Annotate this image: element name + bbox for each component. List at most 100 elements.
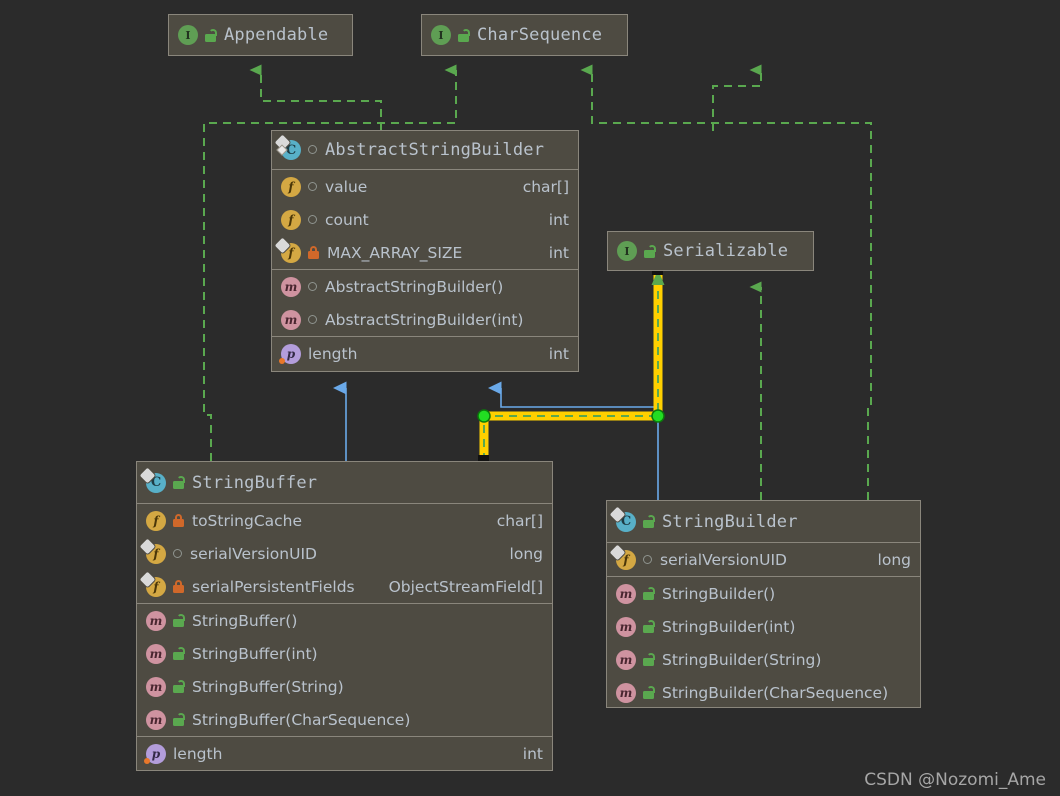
member-name: StringBuilder(int) [662,617,796,636]
member-type: int [548,243,569,262]
member-row[interactable]: p length int [272,337,578,370]
watermark: CSDN @Nozomi_Ame [864,770,1046,790]
static-field-icon: f [146,576,166,597]
uml-diagram-canvas[interactable]: I Appendable I CharSequence I Serializab… [0,0,1060,796]
member-name: serialVersionUID [190,544,317,563]
interface-icon: I [178,25,198,45]
visibility-package-icon [308,145,317,154]
visibility-private-icon [173,580,184,593]
node-header: C StringBuffer [137,462,552,503]
member-name: length [173,744,223,763]
final-class-icon: C [146,472,166,493]
property-icon: p [279,343,301,364]
member-row[interactable]: m StringBuffer(CharSequence) [137,703,552,736]
visibility-public-icon [643,686,655,699]
visibility-package-icon [308,281,317,291]
visibility-package-icon [308,181,317,191]
member-name: value [325,177,368,196]
member-type: long [509,544,543,563]
visibility-package-icon [173,548,182,558]
member-row[interactable]: f toStringCache char[] [137,504,552,537]
member-name: MAX_ARRAY_SIZE [327,243,463,262]
member-name: toStringCache [192,511,303,530]
method-icon: m [281,309,301,330]
method-icon: m [281,276,301,297]
member-name: StringBuffer() [192,611,298,630]
member-row[interactable]: p length int [137,737,552,770]
visibility-public-icon [173,647,185,660]
fields-section: f toStringCache char[] f serialVersionUI… [137,503,552,603]
visibility-public-icon [643,620,655,633]
visibility-public-icon [458,28,470,42]
member-name: AbstractStringBuilder() [325,277,504,296]
final-class-icon: C [616,511,636,532]
member-type: int [548,344,569,363]
visibility-public-icon [643,653,655,666]
member-row[interactable]: f MAX_ARRAY_SIZE int [272,236,578,269]
method-icon: m [146,610,166,631]
field-icon: f [281,209,301,230]
fields-section: f serialVersionUID long [607,542,920,576]
methods-section: m AbstractStringBuilder() m AbstractStri… [272,269,578,336]
method-icon: m [146,676,166,697]
static-field-icon: f [281,242,301,263]
member-row[interactable]: m StringBuilder(CharSequence) [607,676,920,709]
methods-section: m StringBuffer() m StringBuffer(int) m S… [137,603,552,736]
node-stringbuffer[interactable]: C StringBuffer f toStringCache char[] f … [136,461,553,771]
member-row[interactable]: m StringBuffer(String) [137,670,552,703]
member-row[interactable]: f value char[] [272,170,578,203]
visibility-public-icon [173,614,185,627]
node-abstractstringbuilder[interactable]: C AbstractStringBuilder f value char[] f… [271,130,579,372]
node-appendable[interactable]: I Appendable [168,14,353,56]
member-row[interactable]: f count int [272,203,578,236]
member-name: StringBuilder(String) [662,650,822,669]
member-row[interactable]: f serialVersionUID long [137,537,552,570]
member-name: AbstractStringBuilder(int) [325,310,524,329]
member-name: serialVersionUID [660,550,787,569]
member-row[interactable]: f serialPersistentFields ObjectStreamFie… [137,570,552,603]
member-row[interactable]: m StringBuffer(int) [137,637,552,670]
node-title: AbstractStringBuilder [325,140,545,160]
static-field-icon: f [146,543,166,564]
interface-icon: I [431,25,451,45]
member-row[interactable]: m StringBuilder(int) [607,610,920,643]
fields-section: f value char[] f count int f MAX_ARRAY_S… [272,169,578,269]
property-icon: p [144,743,166,764]
member-row[interactable]: m StringBuilder() [607,577,920,610]
member-row[interactable]: m StringBuffer() [137,604,552,637]
visibility-private-icon [308,246,319,259]
properties-section: p length int [137,736,552,770]
relation-asb-charsequence [712,64,762,131]
node-charsequence[interactable]: I CharSequence [421,14,628,56]
member-name: StringBuilder() [662,584,776,603]
member-row[interactable]: m StringBuilder(String) [607,643,920,676]
visibility-public-icon [643,587,655,600]
node-serializable[interactable]: I Serializable [607,231,814,271]
visibility-public-icon [173,476,185,489]
visibility-public-icon [644,244,656,258]
node-header: C StringBuilder [607,501,920,542]
method-icon: m [616,616,636,637]
visibility-public-icon [173,713,185,726]
member-type: int [548,210,569,229]
node-title: CharSequence [477,25,603,45]
selection-bend-handle-1 [477,409,491,423]
visibility-public-icon [205,28,217,42]
member-row[interactable]: m AbstractStringBuilder(int) [272,303,578,336]
node-header: C AbstractStringBuilder [272,131,578,169]
member-type: long [877,550,911,569]
node-title: Serializable [663,241,789,261]
relation-asb-appendable [249,64,382,131]
visibility-public-icon [643,515,655,528]
member-row[interactable]: f serialVersionUID long [607,543,920,576]
visibility-package-icon [643,554,652,564]
methods-section: m StringBuilder() m StringBuilder(int) m… [607,576,920,709]
selection-bend-handle-2 [651,409,665,423]
visibility-package-icon [308,214,317,224]
member-name: StringBuffer(int) [192,644,318,663]
field-icon: f [146,510,166,531]
member-type: ObjectStreamField[] [388,577,543,596]
member-row[interactable]: m AbstractStringBuilder() [272,270,578,303]
node-stringbuilder[interactable]: C StringBuilder f serialVersionUID long … [606,500,921,708]
member-name: StringBuffer(CharSequence) [192,710,411,729]
